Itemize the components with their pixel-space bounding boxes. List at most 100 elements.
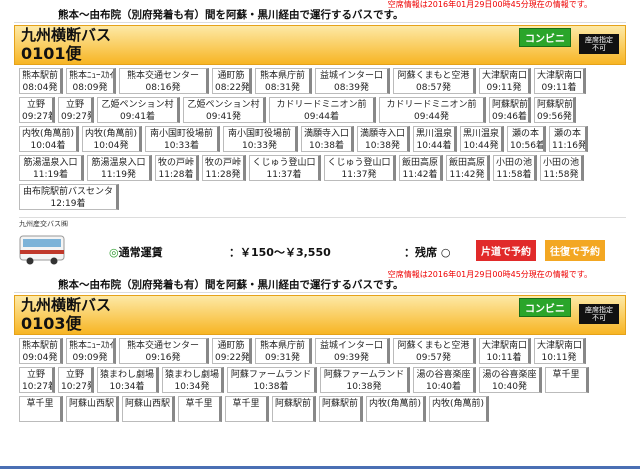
bus-stop: 通町筋 08:22発 [212,68,252,94]
stop-name: 草千里 [232,399,260,409]
bus-stop: 内牧(角萬前) 10:04着 [19,126,79,152]
roundtrip-reserve-button[interactable]: 往復で予約 [545,240,605,261]
bus-stop: 阿蘇駅前 [319,396,363,422]
stop-name: 乙姫ペンション村 [187,100,260,110]
oneway-reserve-button[interactable]: 片道で予約 [476,240,536,261]
stop-time: 10:27発 [61,382,94,392]
stop-time: 09:44着 [304,112,339,122]
bus-stop: 阿蘇くまもと空港 09:57発 [393,338,476,364]
stop-time: 11:19着 [33,170,68,180]
bus-stop: 草千里 [545,367,589,393]
stop-name: 草千里 [26,399,54,409]
bus-stop: 阿蘇駅前 09:56発 [534,97,576,123]
stop-name: 熊本ﾆｭｰｽｶｲ [69,71,115,81]
stop-name: 立野 [26,100,45,110]
seat-badge-line1: 座席指定 [585,306,613,314]
stop-name: 筋湯温泉入口 [91,158,146,168]
bus-stop: 熊本ﾆｭｰｽｶｲ 08:09発 [66,68,116,94]
vacancy-info: 空席情報は2016年01月29日00時45分現在の情報です。 [387,270,592,279]
stop-time: 08:09発 [72,83,108,93]
bus-stop: 猿まわし劇場 10:34発 [162,367,224,393]
bus-stop: 湯の谷喜楽座 10:40発 [479,367,542,393]
stop-name: 熊本交通センター [126,71,199,81]
route-description: 熊本～由布院（別府発着も有）間を阿蘇・黒川経由で運行するバスです。 [14,279,626,293]
stop-name: 猿まわし劇場 [100,370,155,380]
stop-name: 立野 [65,100,84,110]
stop-time: 09:16発 [145,353,181,363]
stop-time: 09:11着 [541,83,577,93]
stop-time: 10:38着 [253,382,289,392]
bus-stop: 大津駅南口 09:11発 [479,68,531,94]
bus-header: 九州横断バス 0103便 コンビニ 座席指定 不可 [14,295,626,335]
stop-time: 09:44発 [414,112,449,122]
bus-stop: 熊本交通センター 08:16発 [119,68,209,94]
bus-stop: 阿蘇山西駅 [122,396,175,422]
stop-time: 09:56発 [537,112,572,122]
stop-time: 10:56着 [510,141,545,151]
stop-name: 南小国町役場前 [149,129,213,139]
stop-name: 阿蘇駅前 [492,100,529,110]
convenience-badge: コンビニ [519,28,571,47]
bus-stop: 飯田高原 11:42発 [446,155,490,181]
stop-time: 08:22発 [215,83,250,93]
bus-stop: 大津駅南口 09:11着 [534,68,586,94]
bus-stop: 内牧(角萬前) [429,396,489,422]
stop-time: 10:40発 [492,382,527,392]
bus-stop: 黒川温泉 10:44着 [413,126,457,152]
stop-name: 内牧(角萬前) [432,399,485,409]
bus-stop: 熊本駅前 09:04発 [19,338,63,364]
stop-name: 満願寺入口 [360,129,406,139]
bus-stop: 草千里 [178,396,222,422]
stop-name: 阿蘇駅前 [275,399,312,409]
bus-stop: 益城インター口 09:39発 [315,338,390,364]
seat-badge-line2: 不可 [592,314,606,322]
stop-name: 猿まわし劇場 [165,370,220,380]
bus-stop: 熊本交通センター 09:16発 [119,338,209,364]
stop-name: 瀬の本 [511,129,539,139]
stop-name: くじゅう登山口 [252,158,316,168]
stop-name: 大津駅南口 [482,341,528,351]
bus-stop: 瀬の本 11:16発 [549,126,588,152]
stop-name: 黒川温泉 [416,129,453,139]
seat-badge-line2: 不可 [592,44,606,52]
stop-time: 08:04発 [22,83,58,93]
bus-stop: 阿蘇ファームランド 10:38着 [227,367,317,393]
stop-time: 10:34着 [109,382,145,392]
stop-name: 阿蘇ファームランド [323,370,405,380]
stop-time: 10:38発 [365,141,400,151]
stop-time: 09:41発 [206,112,241,122]
stop-name: 草千里 [185,399,213,409]
stop-name: 阿蘇駅前 [322,399,359,409]
stop-time: 10:44着 [416,141,452,151]
stop-name: 熊本県庁前 [259,71,305,81]
stop-name: 草千里 [552,370,580,380]
stop-name: 通町筋 [217,341,245,351]
bus-title: 九州横断バス [21,296,112,314]
stop-time: 10:27着 [22,382,55,392]
stop-name: 益城インター口 [319,71,383,81]
bus-stop: 内牧(角萬前) [366,396,426,422]
stop-name: 筋湯温泉入口 [23,158,78,168]
bus-stop: 阿蘇山西駅 [66,396,119,422]
stop-name: 内牧(角萬前) [85,129,138,139]
bus-stop: 立野 10:27発 [58,367,94,393]
bus-stop: 大津駅南口 10:11発 [534,338,586,364]
stop-time: 09:04発 [22,353,58,363]
stop-time: 10:34発 [174,382,210,392]
stop-time: 08:39発 [334,83,369,93]
bus-stop: くじゅう登山口 11:37発 [324,155,396,181]
bus-stop: 阿蘇くまもと空港 08:57発 [393,68,476,94]
bus-number: 0101便 [21,44,82,63]
seat-assign-badge: 座席指定 不可 [579,304,619,324]
stop-name: 熊本ﾆｭｰｽｶｲ [69,341,115,351]
stop-time: 10:44発 [463,141,499,151]
stop-name: 牧の戸峠 [158,158,195,168]
stop-name: 由布院駅前バスセンタ [22,187,113,197]
convenience-badge: コンビニ [519,298,571,317]
bus-stop: 阿蘇駅前 09:46着 [489,97,531,123]
stop-name: 大津駅南口 [537,341,583,351]
stop-name: 小田の池 [496,158,533,168]
bus-stop: 阿蘇ファームランド 10:38発 [320,367,410,393]
stop-time: 09:27発 [61,112,94,122]
bus-stop: 乙姫ペンション村 09:41発 [183,97,266,123]
